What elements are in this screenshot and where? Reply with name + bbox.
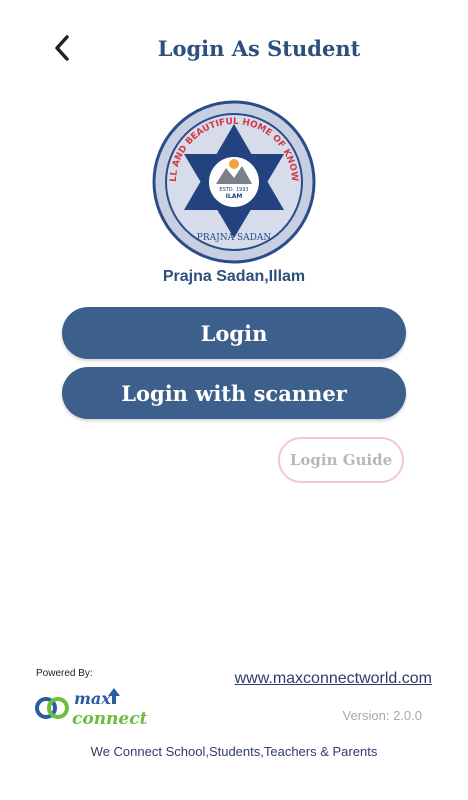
- svg-text:PRAJNA SADAN: PRAJNA SADAN: [197, 233, 272, 243]
- website-link[interactable]: www.maxconnectworld.com: [235, 670, 432, 688]
- login-guide-button[interactable]: Login Guide: [278, 437, 404, 483]
- svg-text:max: max: [74, 689, 111, 708]
- powered-by-label: Powered By:: [36, 668, 93, 679]
- top-bar: Login As Student: [0, 0, 468, 100]
- page-title: Login As Student: [157, 36, 361, 61]
- version-text: Version: 2.0.0: [342, 708, 423, 723]
- login-button[interactable]: Login: [62, 307, 406, 359]
- connect-knot-icon: [35, 697, 69, 719]
- school-name: Prajna Sadan,Illam: [162, 268, 306, 285]
- svg-text:ILAM: ILAM: [226, 193, 243, 200]
- maxconnect-logo: max connect: [35, 688, 148, 729]
- login-with-scanner-button[interactable]: Login with scanner: [62, 367, 406, 419]
- school-logo: A SMALL AND BEAUTIFUL HOME OF KNOWLEDGE …: [150, 98, 316, 264]
- svg-text:connect: connect: [72, 709, 148, 729]
- tagline: We Connect School,Students,Teachers & Pa…: [90, 744, 378, 759]
